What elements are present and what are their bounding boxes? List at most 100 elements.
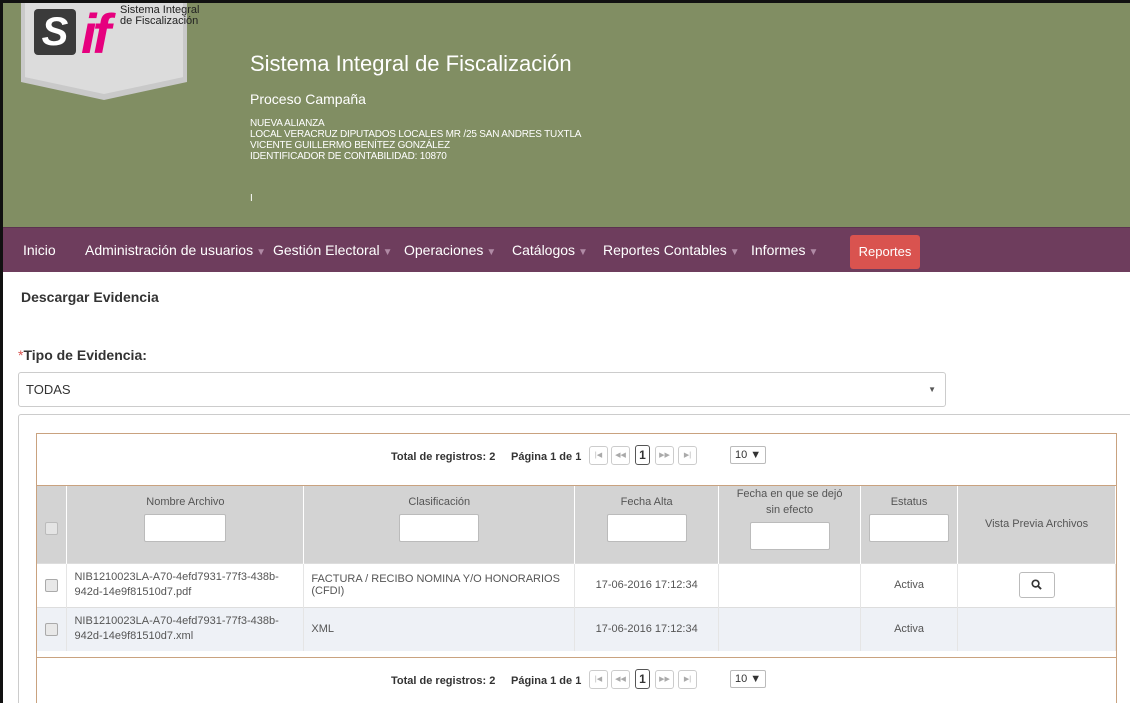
filter-end-date-input[interactable]	[749, 522, 830, 550]
caret-down-icon: ▼	[729, 247, 740, 258]
logo-text: Sistema Integral de Fiscalización	[120, 4, 200, 27]
nav-label: Informes	[751, 242, 806, 258]
filter-status-input[interactable]	[869, 514, 950, 542]
nav-label: Catálogos	[512, 242, 576, 258]
header-label: Fecha en que se dejó sin efecto	[736, 488, 843, 516]
header-date-created: Fecha Alta	[574, 486, 720, 563]
logo-if-mark: if	[81, 2, 111, 65]
evidence-type-label: *Tipo de Evidencia:	[18, 347, 147, 363]
nav-informes[interactable]: Informes ▼	[751, 228, 818, 273]
first-page-button[interactable]: |◀	[589, 446, 608, 465]
nav-gestion-electoral[interactable]: Gestión Electoral ▼	[273, 228, 393, 273]
filter-file-name-input[interactable]	[144, 514, 227, 542]
evidence-type-select[interactable]: TODAS ▼	[18, 372, 946, 407]
table-header-row: Nombre Archivo Clasificación Fecha Alta …	[37, 486, 1116, 563]
pager-top: Total de registros: 2 Página 1 de 1 |◀ ◀…	[37, 434, 1116, 486]
district-name: LOCAL VERACRUZ DIPUTADOS LOCALES MR /25 …	[250, 129, 582, 140]
caret-down-icon: ▼	[486, 247, 497, 258]
last-page-button[interactable]: ▶|	[678, 446, 697, 465]
evidence-table: Nombre Archivo Clasificación Fecha Alta …	[37, 486, 1116, 651]
date-cell: 17-06-2016 17:12:34	[574, 562, 720, 607]
evidence-type-value: TODAS	[26, 382, 71, 397]
status-cell: Activa	[860, 606, 959, 651]
classification-cell: XML	[303, 606, 576, 651]
nav-reportes-contables[interactable]: Reportes Contables ▼	[603, 228, 740, 273]
header-label: Nombre Archivo	[146, 496, 225, 508]
nav-reportes-button[interactable]: Reportes	[850, 235, 920, 269]
header-status: Estatus	[860, 486, 959, 563]
prev-page-button[interactable]: ◀◀	[611, 446, 630, 465]
header-select-all	[37, 486, 68, 563]
evidence-grid: Total de registros: 2 Página 1 de 1 |◀ ◀…	[36, 433, 1117, 703]
filter-date-input[interactable]	[606, 514, 687, 542]
classification-cell: FACTURA / RECIBO NOMINA Y/O HONORARIOS (…	[303, 562, 576, 607]
table-row[interactable]: NIB1210023LA-A70-4efd7931-77f3-438b-942d…	[37, 606, 1116, 651]
header-file-name: Nombre Archivo	[66, 486, 305, 563]
header-preview: Vista Previa Archivos	[957, 486, 1116, 563]
evidence-type-text: Tipo de Evidencia:	[23, 347, 147, 363]
page-indicator: Página 1 de 1	[511, 451, 582, 463]
date-cell: 17-06-2016 17:12:34	[574, 606, 720, 651]
filter-classification-input[interactable]	[399, 514, 480, 542]
nav-administracion-usuarios[interactable]: Administración de usuarios ▼	[85, 228, 266, 273]
select-all-checkbox[interactable]	[45, 522, 59, 535]
app-title: Sistema Integral de Fiscalización	[250, 51, 572, 76]
current-page-button[interactable]: 1	[635, 669, 650, 689]
header-label: Estatus	[890, 496, 928, 508]
file-name-cell: NIB1210023LA-A70-4efd7931-77f3-438b-942d…	[66, 562, 305, 607]
account-info: NUEVA ALIANZA LOCAL VERACRUZ DIPUTADOS L…	[250, 118, 581, 162]
prev-page-button[interactable]: ◀◀	[611, 670, 630, 689]
current-page-button[interactable]: 1	[635, 445, 650, 465]
file-name-cell: NIB1210023LA-A70-4efd7931-77f3-438b-942d…	[66, 606, 305, 651]
next-page-button[interactable]: ▶▶	[655, 446, 674, 465]
header-classification: Clasificación	[303, 486, 576, 563]
caret-down-icon: ▼	[256, 247, 266, 258]
caret-down-icon: ▼	[578, 247, 588, 258]
caret-down-icon: ▼	[382, 247, 393, 258]
preview-cell	[957, 562, 1116, 607]
preview-cell	[957, 606, 1116, 651]
header-label: Vista Previa Archivos	[984, 518, 1089, 531]
nav-label: Administración de usuarios	[85, 242, 254, 258]
row-checkbox-cell	[37, 606, 68, 651]
preview-button[interactable]	[1018, 572, 1055, 598]
browser-viewport: S if Sistema Integral de Fiscalización S…	[0, 0, 1130, 703]
page-indicator: Página 1 de 1	[511, 675, 582, 687]
nav-catalogos[interactable]: Catálogos ▼	[512, 228, 588, 273]
nav-label: Reportes Contables	[603, 242, 727, 258]
header-label: Clasificación	[408, 496, 471, 508]
nav-operaciones[interactable]: Operaciones ▼	[404, 228, 496, 273]
app-header: S if Sistema Integral de Fiscalización S…	[3, 3, 1130, 227]
next-page-button[interactable]: ▶▶	[655, 670, 674, 689]
header-end-date: Fecha en que se dejó sin efecto	[718, 486, 862, 563]
candidate-name: VICENTE GUILLERMO BENÍTEZ GONZÁLEZ	[250, 140, 450, 151]
caret-down-icon: ▼	[808, 247, 819, 258]
page-size-select[interactable]: 10 ▼	[730, 670, 766, 688]
party-name: NUEVA ALIANZA	[250, 118, 325, 129]
nav-inicio[interactable]: Inicio	[23, 228, 56, 273]
row-checkbox[interactable]	[45, 578, 59, 592]
status-cell: Activa	[860, 562, 959, 607]
process-subtitle: Proceso Campaña	[250, 91, 366, 107]
end-date-cell	[718, 606, 862, 651]
account-id: IDENTIFICADOR DE CONTABILIDAD: 10870	[250, 151, 447, 162]
nav-label: Inicio	[23, 242, 56, 258]
nav-label: Operaciones	[404, 242, 484, 258]
row-checkbox[interactable]	[45, 622, 59, 636]
end-date-cell	[718, 562, 862, 607]
table-row[interactable]: NIB1210023LA-A70-4efd7931-77f3-438b-942d…	[37, 562, 1116, 607]
last-page-button[interactable]: ▶|	[678, 670, 697, 689]
nav-label: Gestión Electoral	[273, 242, 380, 258]
first-page-button[interactable]: |◀	[589, 670, 608, 689]
header-label: Fecha Alta	[620, 496, 673, 508]
page-size-select[interactable]: 10 ▼	[730, 446, 766, 464]
pager-bottom: Total de registros: 2 Página 1 de 1 |◀ ◀…	[37, 657, 1116, 703]
text-cursor: I	[250, 193, 253, 204]
logo-s-mark: S	[34, 9, 76, 55]
main-nav: Inicio Administración de usuarios ▼ Gesti…	[3, 227, 1130, 272]
search-icon	[1031, 579, 1042, 590]
page-title: Descargar Evidencia	[21, 289, 159, 305]
dropdown-arrow-icon: ▼	[928, 385, 936, 394]
row-checkbox-cell	[37, 562, 68, 607]
total-records: Total de registros: 2	[391, 451, 496, 463]
